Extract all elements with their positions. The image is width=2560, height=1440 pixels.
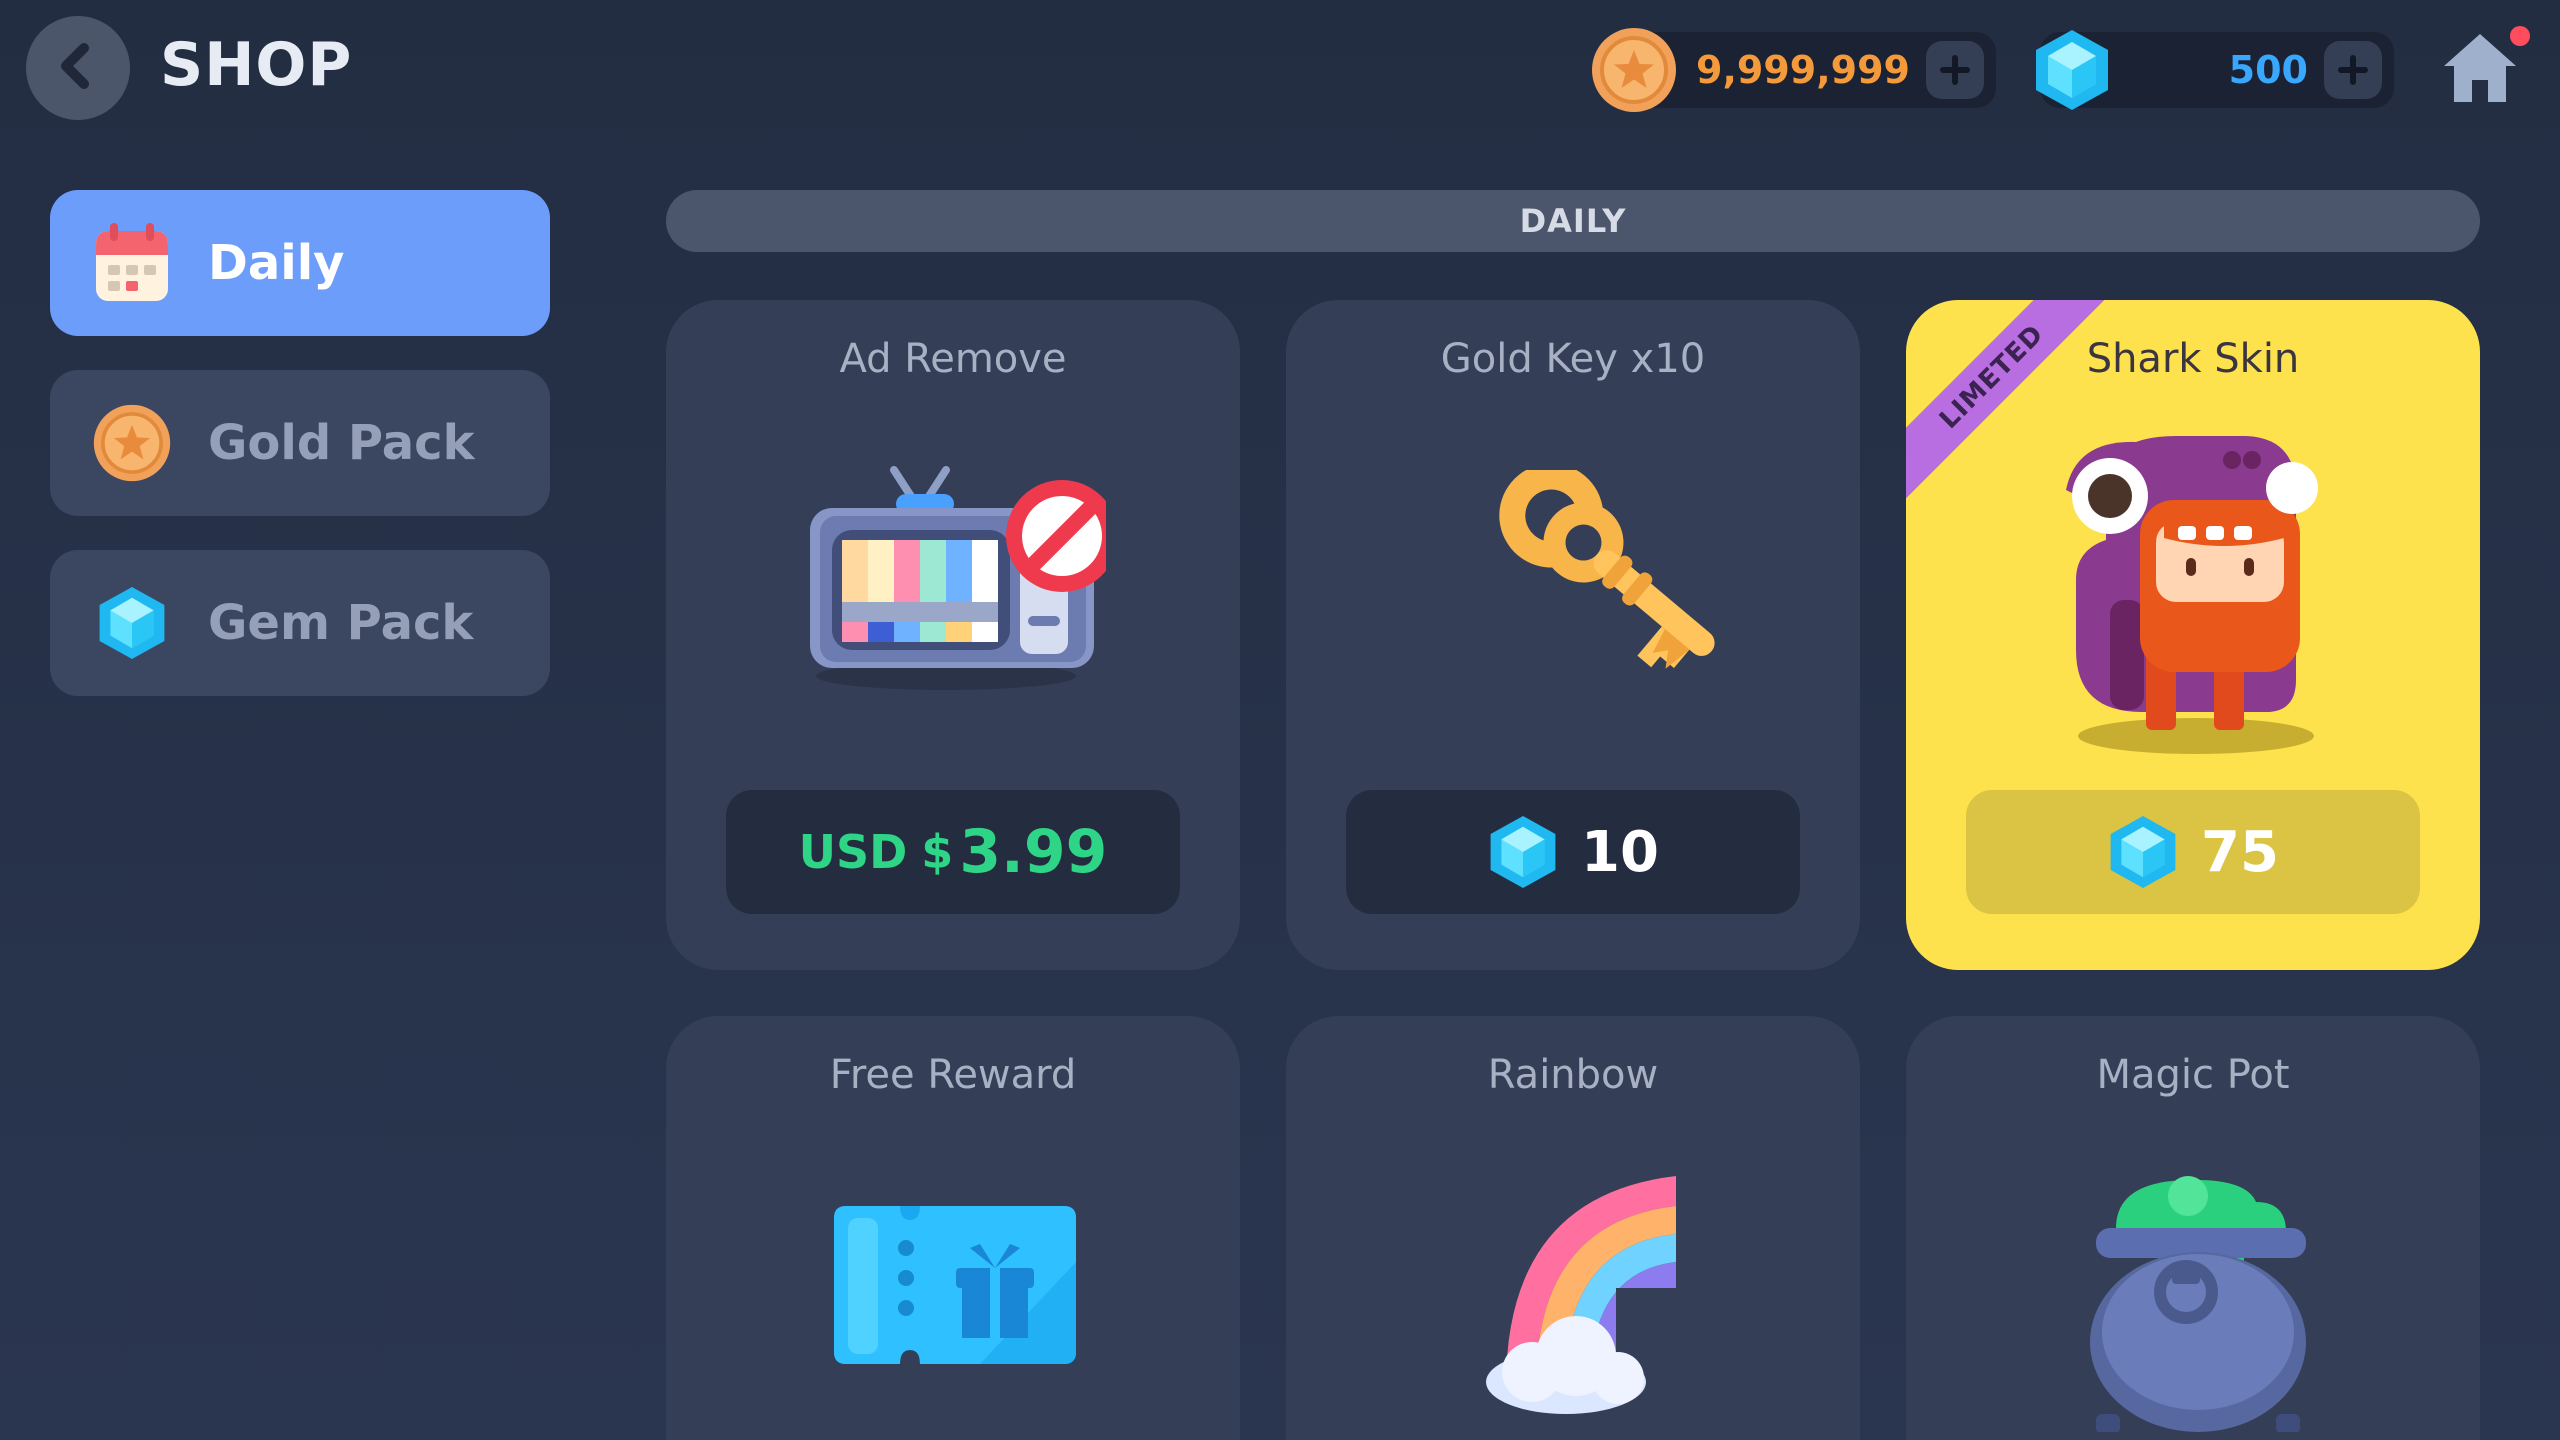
sidebar-item-gem-pack[interactable]: Gem Pack <box>50 550 550 696</box>
sidebar-item-gold-pack[interactable]: Gold Pack <box>50 370 550 516</box>
card-title: Free Reward <box>829 1052 1077 1098</box>
price-value: 10 <box>1581 819 1659 885</box>
card-title: Rainbow <box>1487 1052 1659 1098</box>
card-title: Gold Key x10 <box>1440 336 1706 382</box>
gem-icon <box>90 581 174 665</box>
gold-key-icon <box>1499 470 1715 669</box>
card-title: Shark Skin <box>2086 336 2300 382</box>
shop-card-gold-key[interactable]: Gold Key x10 10 <box>1286 300 1860 970</box>
tv-no-ads-icon <box>810 466 1106 690</box>
gem-icon <box>2032 28 2112 112</box>
ticket-gift-icon <box>834 1206 1076 1364</box>
back-button[interactable] <box>26 16 130 120</box>
shop-card-shark-skin[interactable]: LIMETED Shark Skin 75 <box>1906 300 2480 970</box>
section-title: DAILY <box>666 190 2480 252</box>
page-title: SHOP <box>160 30 353 100</box>
sidebar-item-daily[interactable]: Daily <box>50 190 550 336</box>
notification-dot <box>2510 26 2530 46</box>
gem-icon <box>1490 816 1556 888</box>
buy-button[interactable]: 10 <box>1346 790 1800 914</box>
magic-pot-icon <box>2090 1176 2306 1432</box>
gold-coin-icon <box>1590 26 1678 114</box>
shop-card-free-reward[interactable]: Free Reward <box>666 1016 1240 1440</box>
price-symbol: $ <box>921 825 954 879</box>
add-gems-button[interactable] <box>2324 41 2382 99</box>
chevron-left-icon <box>50 38 106 98</box>
price-value: 3.99 <box>959 817 1108 887</box>
price-currency: USD <box>798 825 908 879</box>
sidebar-item-label: Daily <box>208 235 345 291</box>
shop-card-ad-remove[interactable]: Ad Remove USD $ 3.99 <box>666 300 1240 970</box>
home-button[interactable] <box>2440 30 2520 106</box>
card-title: Ad Remove <box>839 336 1067 382</box>
home-icon <box>2444 34 2516 102</box>
sidebar-item-label: Gem Pack <box>208 595 474 651</box>
card-title: Magic Pot <box>2096 1052 2290 1098</box>
sidebar-item-label: Gold Pack <box>208 415 475 471</box>
shop-card-rainbow[interactable]: Rainbow <box>1286 1016 1860 1440</box>
shark-skin-character-icon <box>2066 436 2318 754</box>
add-coins-button[interactable] <box>1926 41 1984 99</box>
coin-amount: 9,999,999 <box>1696 48 1910 92</box>
rainbow-icon <box>1486 1176 1676 1414</box>
calendar-icon <box>90 221 174 305</box>
gold-coin-icon <box>90 401 174 485</box>
buy-button[interactable]: USD $ 3.99 <box>726 790 1180 914</box>
plus-icon <box>2338 55 2368 85</box>
price-value: 75 <box>2201 819 2279 885</box>
plus-icon <box>1940 55 1970 85</box>
coin-balance: 9,999,999 <box>1630 32 1996 108</box>
gem-icon <box>2110 816 2176 888</box>
shop-card-magic-pot[interactable]: Magic Pot <box>1906 1016 2480 1440</box>
gem-amount: 500 <box>2228 48 2308 92</box>
buy-button[interactable]: 75 <box>1966 790 2420 914</box>
